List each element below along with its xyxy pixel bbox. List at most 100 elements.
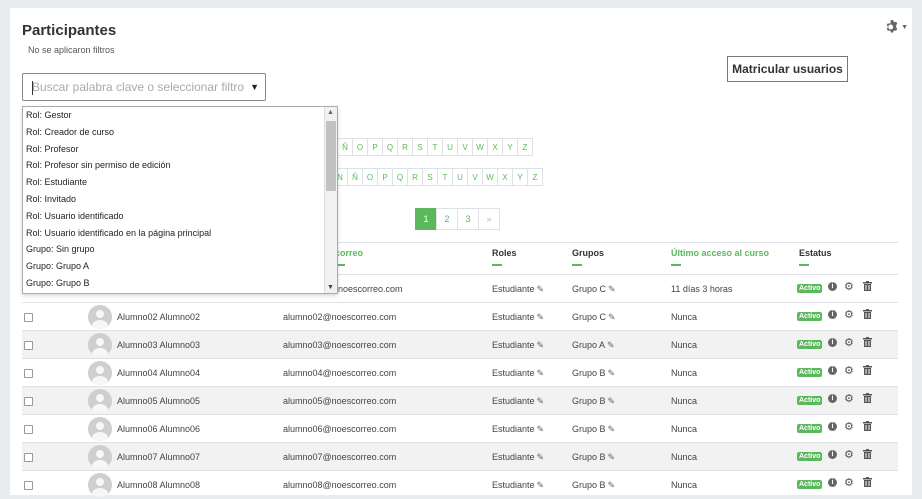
info-icon[interactable]: i	[828, 394, 837, 403]
page-3[interactable]: 3	[457, 208, 479, 230]
user-fullname[interactable]: Alumno07 Alumno07	[117, 452, 200, 462]
initial-letter[interactable]: P	[377, 168, 393, 186]
info-icon[interactable]: i	[828, 478, 837, 487]
filter-option[interactable]: Rol: Profesor sin permiso de edición	[23, 157, 337, 174]
select-user-checkbox[interactable]	[24, 397, 33, 406]
initial-letter[interactable]: Z	[517, 138, 533, 156]
avatar[interactable]	[88, 445, 112, 469]
scroll-up-icon[interactable]: ▲	[327, 109, 334, 116]
cog-icon[interactable]: ⚙	[844, 364, 854, 377]
avatar[interactable]	[88, 389, 112, 413]
pencil-icon[interactable]: ✎	[537, 368, 545, 379]
pencil-icon[interactable]: ✎	[537, 312, 545, 323]
select-user-checkbox[interactable]	[24, 481, 33, 490]
initial-letter[interactable]: Q	[382, 138, 398, 156]
initial-letter[interactable]: X	[487, 138, 503, 156]
next-page[interactable]: »	[478, 208, 500, 230]
user-fullname[interactable]: Alumno08 Alumno08	[117, 480, 200, 490]
pencil-icon[interactable]: ✎	[537, 284, 545, 295]
initial-letter[interactable]: O	[362, 168, 378, 186]
dropdown-scrollbar[interactable]: ▲ ▼	[324, 107, 337, 293]
initial-letter[interactable]: Z	[527, 168, 543, 186]
user-fullname[interactable]: Alumno02 Alumno02	[117, 312, 200, 322]
info-icon[interactable]: i	[828, 338, 837, 347]
pencil-icon[interactable]: ✎	[608, 368, 616, 379]
pencil-icon[interactable]: ✎	[608, 480, 616, 491]
filter-option[interactable]: Rol: Usuario identificado en la página p…	[23, 225, 337, 242]
initial-letter[interactable]: O	[352, 138, 368, 156]
initial-letter[interactable]: V	[467, 168, 483, 186]
pencil-icon[interactable]: ✎	[607, 340, 615, 351]
filter-option[interactable]: Rol: Gestor	[23, 107, 337, 124]
pencil-icon[interactable]: ✎	[537, 396, 545, 407]
info-icon[interactable]: i	[828, 310, 837, 319]
info-icon[interactable]: i	[828, 366, 837, 375]
initial-letter[interactable]: Ñ	[337, 138, 353, 156]
avatar[interactable]	[88, 417, 112, 441]
info-icon[interactable]: i	[828, 422, 837, 431]
chevron-down-icon[interactable]: ▼	[250, 82, 259, 92]
cog-icon[interactable]: ⚙	[844, 308, 854, 321]
initial-letter[interactable]: Ñ	[347, 168, 363, 186]
pencil-icon[interactable]: ✎	[608, 312, 616, 323]
page-1[interactable]: 1	[415, 208, 437, 230]
scrollbar-thumb[interactable]	[326, 121, 336, 191]
filter-option[interactable]: Rol: Creador de curso	[23, 124, 337, 141]
initial-letter[interactable]: P	[367, 138, 383, 156]
select-user-checkbox[interactable]	[24, 453, 33, 462]
avatar[interactable]	[88, 473, 112, 497]
initial-letter[interactable]: S	[412, 138, 428, 156]
filter-option[interactable]: Rol: Profesor	[23, 141, 337, 158]
user-fullname[interactable]: Alumno04 Alumno04	[117, 368, 200, 378]
trash-icon[interactable]	[863, 393, 872, 403]
pencil-icon[interactable]: ✎	[608, 396, 616, 407]
settings-menu[interactable]: ▼	[885, 20, 908, 34]
initial-letter[interactable]: Y	[512, 168, 528, 186]
initial-letter[interactable]: U	[452, 168, 468, 186]
filter-option[interactable]: Grupo: Grupo A	[23, 258, 337, 275]
pencil-icon[interactable]: ✎	[537, 452, 545, 463]
select-user-checkbox[interactable]	[24, 369, 33, 378]
cog-icon[interactable]: ⚙	[844, 420, 854, 433]
pencil-icon[interactable]: ✎	[608, 424, 616, 435]
pencil-icon[interactable]: ✎	[608, 284, 616, 295]
initial-letter[interactable]: W	[472, 138, 488, 156]
initial-letter[interactable]: Y	[502, 138, 518, 156]
user-fullname[interactable]: Alumno05 Alumno05	[117, 396, 200, 406]
scroll-down-icon[interactable]: ▼	[327, 284, 334, 291]
initial-letter[interactable]: R	[407, 168, 423, 186]
select-user-checkbox[interactable]	[24, 425, 33, 434]
initial-letter[interactable]: X	[497, 168, 513, 186]
avatar[interactable]	[88, 361, 112, 385]
user-fullname[interactable]: Alumno06 Alumno06	[117, 424, 200, 434]
trash-icon[interactable]	[863, 477, 872, 487]
pencil-icon[interactable]: ✎	[537, 480, 545, 491]
filter-dropdown[interactable]: Rol: Gestor Rol: Creador de curso Rol: Pro…	[22, 106, 338, 294]
info-icon[interactable]: i	[828, 450, 837, 459]
filter-option[interactable]: Rol: Usuario identificado	[23, 208, 337, 225]
select-user-checkbox[interactable]	[24, 341, 33, 350]
trash-icon[interactable]	[863, 337, 872, 347]
cog-icon[interactable]: ⚙	[844, 448, 854, 461]
cog-icon[interactable]: ⚙	[844, 392, 854, 405]
enrol-users-button[interactable]: Matricular usuarios	[727, 56, 848, 82]
pencil-icon[interactable]: ✎	[608, 452, 616, 463]
trash-icon[interactable]	[863, 365, 872, 375]
initial-letter[interactable]: U	[442, 138, 458, 156]
initial-letter[interactable]: S	[422, 168, 438, 186]
filter-option[interactable]: Grupo: Sin grupo	[23, 241, 337, 258]
filter-option[interactable]: Rol: Invitado	[23, 191, 337, 208]
cog-icon[interactable]: ⚙	[844, 336, 854, 349]
trash-icon[interactable]	[863, 449, 872, 459]
initial-letter[interactable]: Q	[392, 168, 408, 186]
initial-letter[interactable]: T	[437, 168, 453, 186]
user-fullname[interactable]: Alumno03 Alumno03	[117, 340, 200, 350]
column-header-last-access[interactable]: Último acceso al curso	[671, 248, 769, 266]
info-icon[interactable]: i	[828, 282, 837, 291]
cog-icon[interactable]: ⚙	[844, 476, 854, 489]
initial-letter[interactable]: V	[457, 138, 473, 156]
pencil-icon[interactable]: ✎	[537, 340, 545, 351]
search-input[interactable]: Buscar palabra clave o seleccionar filtr…	[22, 73, 266, 101]
select-user-checkbox[interactable]	[24, 313, 33, 322]
initial-letter[interactable]: W	[482, 168, 498, 186]
